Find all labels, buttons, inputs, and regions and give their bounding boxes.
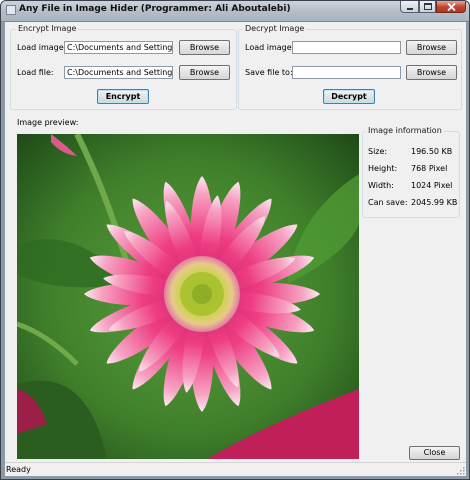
window-title: Any File in Image Hider (Programmer: Ali… [19, 4, 291, 14]
info-can-save-label: Can save: [368, 198, 408, 207]
decrypt-load-image-label: Load image: [245, 43, 295, 52]
decrypt-save-file-field[interactable] [292, 66, 401, 79]
encrypt-load-file-browse-button[interactable]: Browse [179, 65, 230, 80]
main-window: Any File in Image Hider (Programmer: Ali… [0, 0, 470, 480]
decrypt-save-file-browse-button[interactable]: Browse [406, 65, 457, 80]
close-window-button[interactable] [436, 1, 466, 13]
encrypt-load-image-browse-button[interactable]: Browse [179, 40, 230, 55]
status-bar: Ready [5, 462, 466, 476]
minimize-button[interactable] [400, 1, 419, 13]
decrypt-group-label: Decrypt Image [243, 24, 307, 33]
image-preview-label: Image preview: [17, 118, 79, 127]
encrypt-load-file-field[interactable]: C:\Documents and Settings\Ad [64, 66, 173, 79]
encrypt-load-file-label: Load file: [17, 68, 54, 77]
title-bar[interactable]: Any File in Image Hider (Programmer: Ali… [1, 1, 469, 22]
info-can-save-value: 2045.99 KB [411, 198, 458, 207]
minimize-icon [406, 7, 413, 10]
client-area: Encrypt Image Load image: C:\Documents a… [5, 22, 466, 476]
flower-image [17, 134, 359, 459]
encrypt-button[interactable]: Encrypt [97, 89, 149, 104]
app-icon [6, 5, 16, 15]
image-preview [17, 134, 359, 459]
close-icon [446, 2, 456, 11]
decrypt-save-file-label: Save file to: [245, 68, 293, 77]
info-height-label: Height: [368, 164, 398, 173]
decrypt-load-image-browse-button[interactable]: Browse [406, 40, 457, 55]
image-info-group-label: Image information [366, 126, 444, 135]
encrypt-load-image-field[interactable]: C:\Documents and Settings\Ad [64, 41, 173, 54]
encrypt-load-image-label: Load image: [17, 43, 67, 52]
decrypt-load-image-field[interactable] [292, 41, 401, 54]
decrypt-button[interactable]: Decrypt [323, 89, 375, 104]
status-text: Ready [6, 465, 31, 474]
info-size-value: 196.50 KB [411, 147, 453, 156]
close-button[interactable]: Close [409, 446, 460, 460]
maximize-button[interactable] [419, 1, 436, 13]
info-size-label: Size: [368, 147, 388, 156]
info-height-value: 768 Pixel [411, 164, 448, 173]
info-width-label: Width: [368, 181, 394, 190]
maximize-icon [423, 3, 432, 10]
encrypt-group-label: Encrypt Image [16, 24, 79, 33]
resize-grip-icon[interactable] [455, 465, 465, 475]
info-width-value: 1024 Pixel [411, 181, 453, 190]
